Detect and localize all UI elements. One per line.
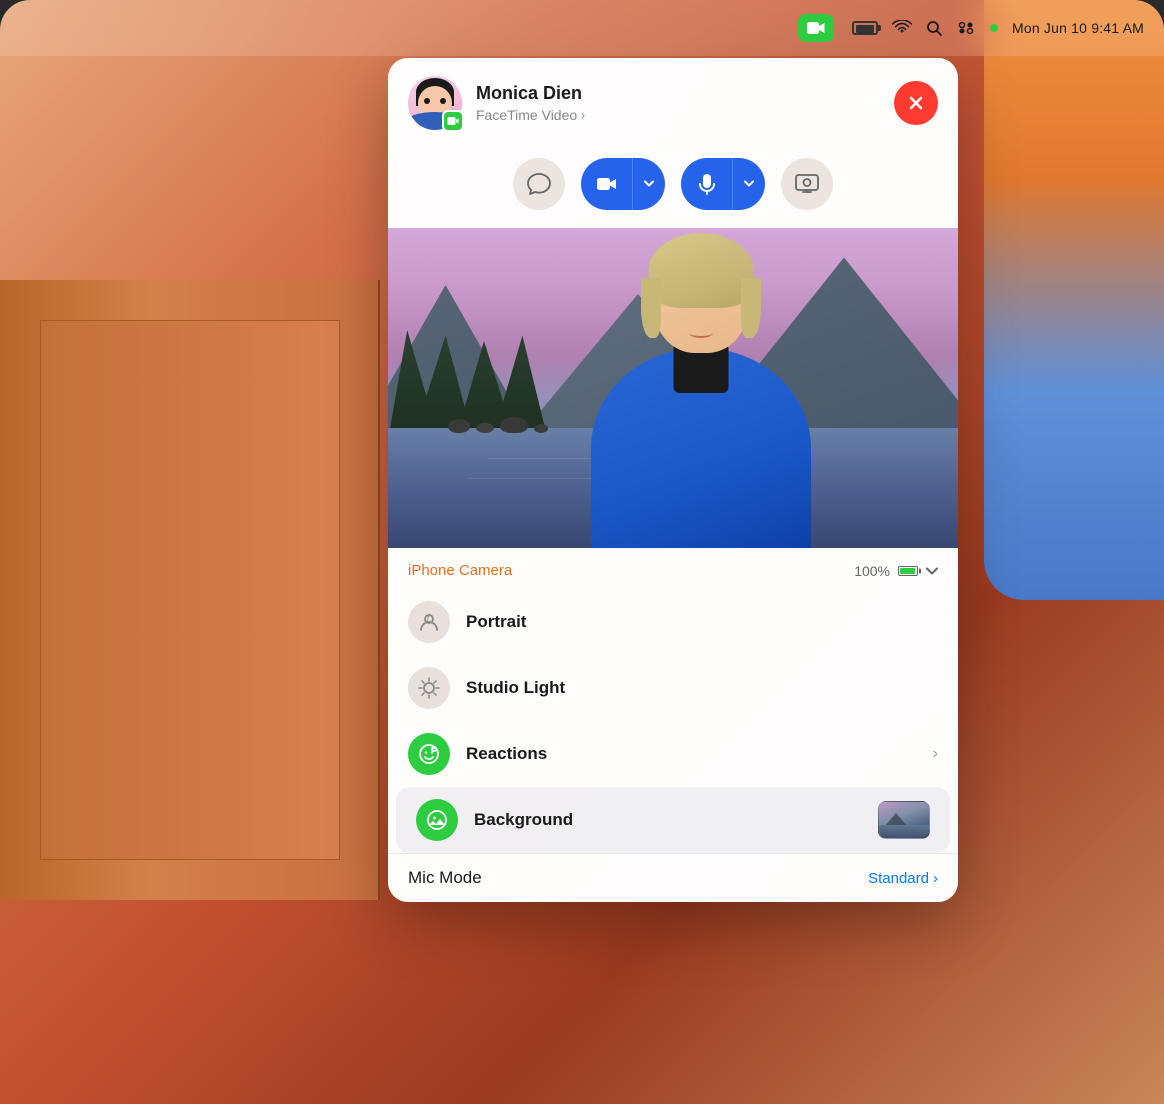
iphone-battery-icon [898, 566, 918, 576]
studio-light-label: Studio Light [466, 678, 938, 698]
mic-options-chevron[interactable] [733, 158, 765, 210]
options-panel: iPhone Camera 100% [388, 548, 958, 902]
device-corner-tr [1104, 0, 1164, 60]
menubar-right: Mon Jun 10 9:41 AM [798, 14, 1144, 42]
control-center-icon[interactable] [956, 20, 976, 36]
controls-row [388, 144, 958, 228]
video-button-group [581, 158, 665, 210]
device-corner-tl [0, 0, 60, 60]
wifi-icon [892, 20, 912, 36]
mic-mode-row[interactable]: Mic Mode Standard › [388, 853, 958, 902]
background-option[interactable]: Background [396, 787, 950, 853]
facetime-menubar-icon[interactable] [798, 14, 834, 42]
studio-light-icon-container [408, 667, 450, 709]
close-button[interactable] [894, 81, 938, 125]
iphone-camera-chevron[interactable] [926, 567, 938, 575]
background-thumbnail [878, 801, 930, 839]
portrait-label: Portrait [466, 612, 938, 632]
background-label: Background [474, 810, 862, 830]
screen-share-button[interactable] [781, 158, 833, 210]
iphone-camera-right: 100% [854, 563, 938, 579]
call-type[interactable]: FaceTime Video › [476, 107, 880, 123]
video-toggle-button[interactable] [581, 158, 633, 210]
search-icon[interactable] [926, 20, 942, 36]
call-info: Monica Dien FaceTime Video › [476, 83, 880, 123]
iphone-camera-label: iPhone Camera [408, 562, 512, 579]
mic-mode-chevron: › [933, 870, 938, 887]
reactions-option[interactable]: + Reactions › [388, 721, 958, 787]
iphone-battery-pct: 100% [854, 563, 890, 579]
reactions-label: Reactions [466, 744, 917, 764]
call-type-chevron: › [581, 108, 585, 122]
background-icon-container [416, 799, 458, 841]
person-in-video [561, 258, 841, 548]
video-options-chevron[interactable] [633, 158, 665, 210]
background-right [878, 801, 930, 839]
mic-toggle-button[interactable] [681, 158, 733, 210]
caller-name: Monica Dien [476, 83, 880, 105]
studio-light-option[interactable]: Studio Light [388, 655, 958, 721]
facetime-panel: Monica Dien FaceTime Video › [388, 58, 958, 902]
right-decoration [984, 0, 1164, 600]
rocks [448, 417, 548, 433]
call-header: Monica Dien FaceTime Video › [388, 58, 958, 144]
mic-mode-label: Mic Mode [408, 868, 482, 888]
avatar-container [408, 76, 462, 130]
portrait-option[interactable]: f Portrait [388, 589, 958, 655]
facetime-badge [442, 110, 464, 132]
reactions-chevron: › [933, 745, 938, 763]
door-decoration [0, 280, 380, 900]
mic-button-group [681, 158, 765, 210]
svg-text:+: + [433, 747, 436, 753]
battery-icon [852, 21, 878, 35]
reactions-icon-container: + [408, 733, 450, 775]
portrait-icon-container: f [408, 601, 450, 643]
video-feed [388, 228, 958, 548]
reactions-right: › [933, 745, 938, 763]
menubar: Mon Jun 10 9:41 AM [0, 0, 1164, 56]
mic-mode-value: Standard › [868, 870, 938, 887]
message-button[interactable] [513, 158, 565, 210]
iphone-camera-row: iPhone Camera 100% [388, 548, 958, 589]
green-indicator-dot [990, 24, 998, 32]
